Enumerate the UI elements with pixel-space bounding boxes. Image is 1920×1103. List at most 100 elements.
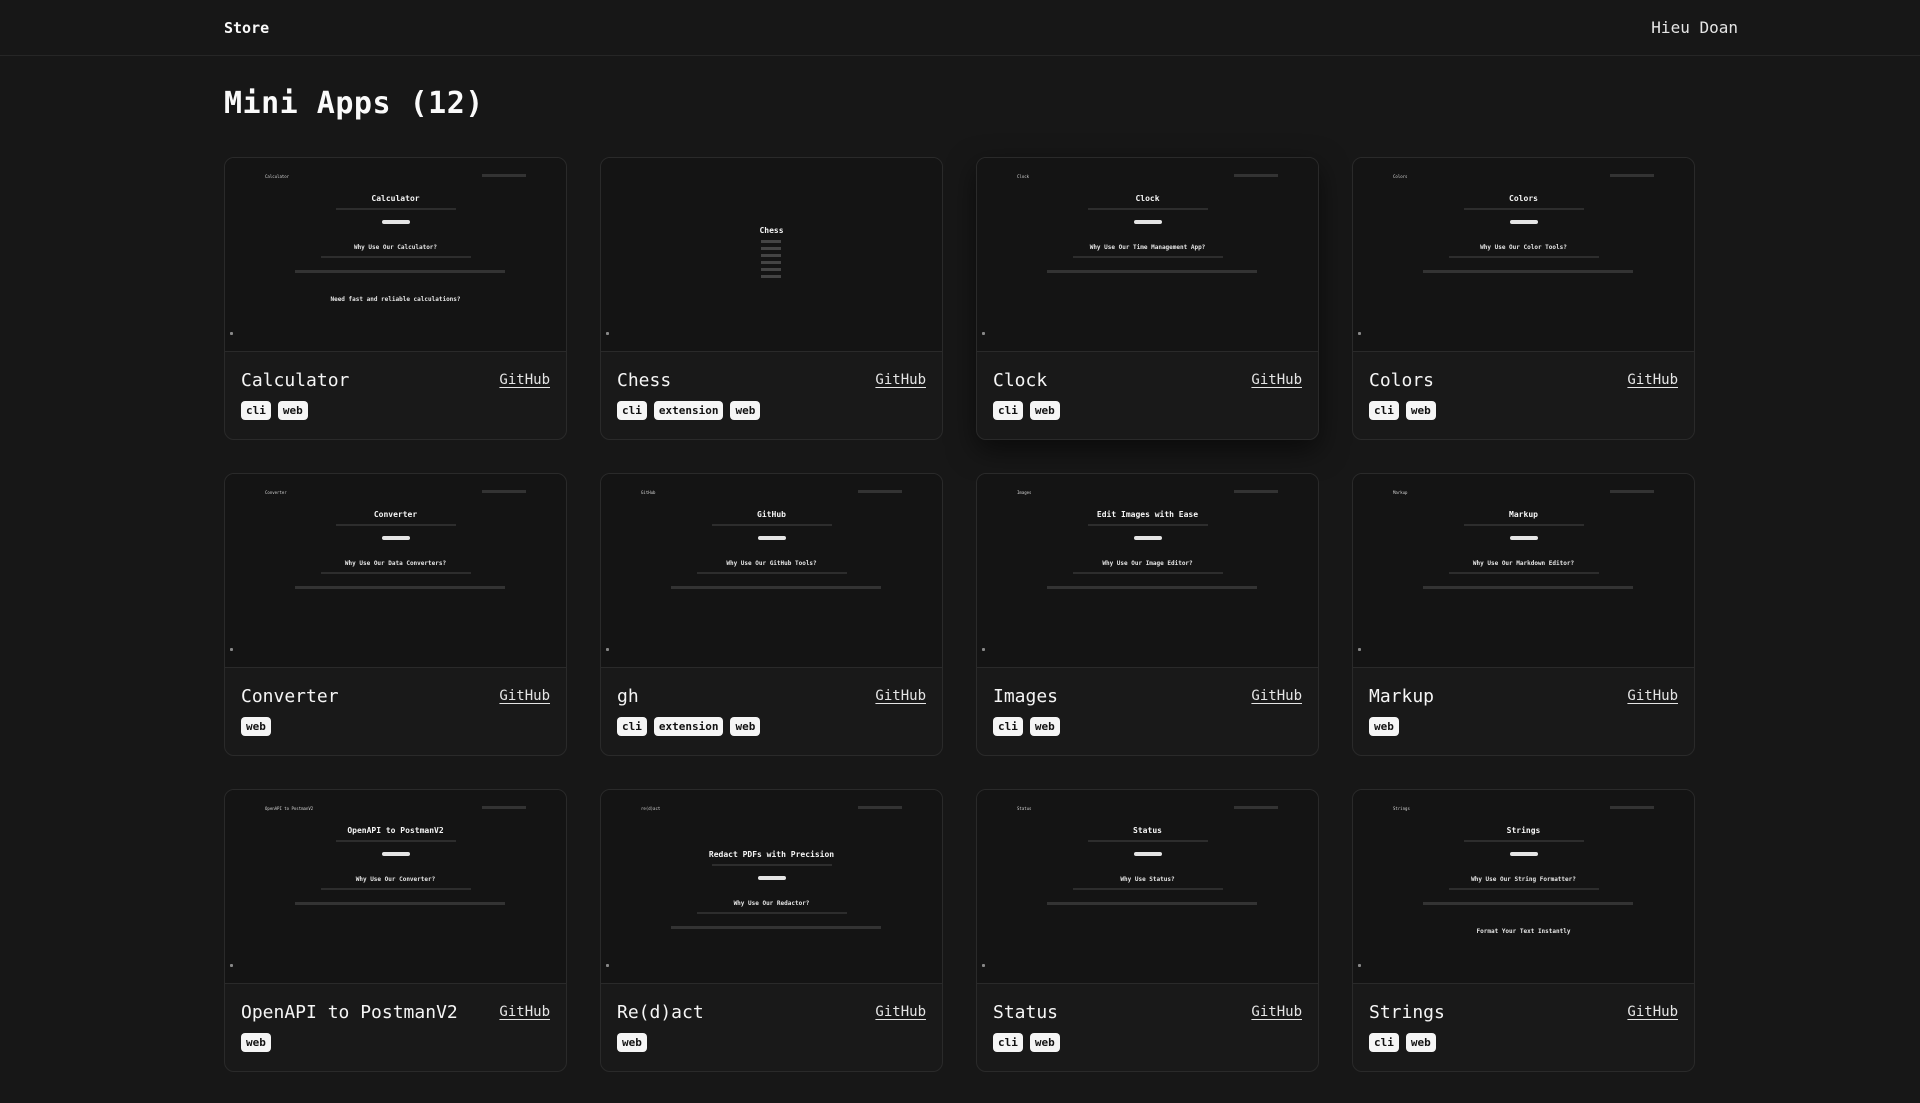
app-card[interactable]: Clock Clock Why Use Our Time Management … — [976, 157, 1319, 440]
app-name[interactable]: Status — [993, 1002, 1058, 1023]
app-card[interactable]: Converter Converter Why Use Our Data Con… — [224, 473, 567, 756]
app-preview-image[interactable]: Clock Clock Why Use Our Time Management … — [977, 158, 1318, 352]
app-name[interactable]: Re(d)act — [617, 1002, 704, 1023]
thumb-button — [1133, 536, 1162, 540]
github-link[interactable]: GitHub — [875, 372, 926, 388]
app-card[interactable]: Images Edit Images with Ease Why Use Our… — [976, 473, 1319, 756]
app-card[interactable]: Calculator Calculator Why Use Our Calcul… — [224, 157, 567, 440]
thumb-button — [757, 536, 786, 540]
thumb-feature — [741, 586, 811, 589]
thumb-feature — [1563, 270, 1633, 273]
thumb-feature — [1117, 902, 1187, 905]
app-card[interactable]: Status Status Why Use Status? Status Git… — [976, 789, 1319, 1072]
github-link[interactable]: GitHub — [499, 688, 550, 704]
app-preview-image[interactable]: Chess — [601, 158, 942, 352]
thumb-feature — [1187, 586, 1257, 589]
top-bar: Store Hieu Doan — [0, 0, 1920, 56]
thumb-heading: Why Use Status? — [1120, 876, 1175, 883]
brand-link[interactable]: Store — [224, 19, 269, 37]
tag-list: cli web — [1369, 1033, 1678, 1052]
preview-indicator — [982, 332, 985, 335]
github-link[interactable]: GitHub — [1251, 688, 1302, 704]
app-preview-image[interactable]: Strings Strings Why Use Our String Forma… — [1353, 790, 1694, 984]
thumb-button — [1509, 852, 1538, 856]
tag-badge: extension — [653, 401, 724, 420]
thumb-feature — [671, 586, 741, 589]
tag-list: cli extension web — [617, 717, 926, 736]
github-link[interactable]: GitHub — [1251, 1004, 1302, 1020]
thumb-feature — [1493, 902, 1563, 905]
app-name[interactable]: Markup — [1369, 686, 1434, 707]
user-name-link[interactable]: Hieu Doan — [1651, 18, 1738, 37]
thumb-nav: Calculator — [265, 174, 290, 179]
thumb-text-line — [1463, 524, 1584, 526]
preview-indicator — [1358, 964, 1361, 967]
app-name[interactable]: Converter — [241, 686, 339, 707]
app-name[interactable]: OpenAPI to PostmanV2 — [241, 1002, 458, 1023]
preview-indicator — [1358, 648, 1361, 651]
github-link[interactable]: GitHub — [499, 1004, 550, 1020]
tag-badge: cli — [617, 401, 647, 420]
app-preview-image[interactable]: Status Status Why Use Status? — [977, 790, 1318, 984]
app-name[interactable]: Strings — [1369, 1002, 1445, 1023]
app-name[interactable]: Clock — [993, 370, 1047, 391]
thumb-text-line — [711, 864, 832, 866]
preview-indicator — [230, 648, 233, 651]
card-body: Status GitHub cli web — [977, 984, 1318, 1071]
apps-grid: Calculator Calculator Why Use Our Calcul… — [224, 157, 1695, 1072]
github-link[interactable]: GitHub — [1627, 1004, 1678, 1020]
app-card[interactable]: Chess Chess GitHub cli extension web — [600, 157, 943, 440]
app-preview-image[interactable]: Colors Colors Why Use Our Color Tools? — [1353, 158, 1694, 352]
page-title: Mini Apps (12) — [224, 86, 484, 121]
app-preview-image[interactable]: OpenAPI to PostmanV2 OpenAPI to PostmanV… — [225, 790, 566, 984]
tag-list: cli web — [993, 1033, 1302, 1052]
app-name[interactable]: Calculator — [241, 370, 349, 391]
thumb-feature — [671, 926, 741, 929]
card-body: gh GitHub cli extension web — [601, 668, 942, 755]
app-preview-image[interactable]: Images Edit Images with Ease Why Use Our… — [977, 474, 1318, 668]
tag-list: web — [1369, 717, 1678, 736]
app-card[interactable]: GitHub GitHub Why Use Our GitHub Tools? … — [600, 473, 943, 756]
preview-indicator — [230, 964, 233, 967]
app-name[interactable]: Colors — [1369, 370, 1434, 391]
app-name[interactable]: gh — [617, 686, 639, 707]
github-link[interactable]: GitHub — [1627, 688, 1678, 704]
thumb-text-line — [1448, 572, 1599, 574]
tag-list: cli web — [241, 401, 550, 420]
app-preview-image[interactable]: Markup Markup Why Use Our Markdown Edito… — [1353, 474, 1694, 668]
tag-badge: cli — [1369, 401, 1399, 420]
app-name[interactable]: Chess — [617, 370, 671, 391]
app-preview-image[interactable]: GitHub GitHub Why Use Our GitHub Tools? — [601, 474, 942, 668]
thumb-button — [1133, 220, 1162, 224]
app-card[interactable]: OpenAPI to PostmanV2 OpenAPI to PostmanV… — [224, 789, 567, 1072]
tag-badge: cli — [993, 401, 1023, 420]
card-body: Markup GitHub web — [1353, 668, 1694, 755]
thumb-text-line — [1072, 888, 1223, 890]
app-preview-image[interactable]: re(d)act Redact PDFs with Precision Why … — [601, 790, 942, 984]
thumb-title: Status — [1133, 826, 1162, 835]
app-preview-image[interactable]: Calculator Calculator Why Use Our Calcul… — [225, 158, 566, 352]
github-link[interactable]: GitHub — [875, 1004, 926, 1020]
app-card[interactable]: Colors Colors Why Use Our Color Tools? C… — [1352, 157, 1695, 440]
github-link[interactable]: GitHub — [1251, 372, 1302, 388]
github-link[interactable]: GitHub — [875, 688, 926, 704]
app-card[interactable]: Strings Strings Why Use Our String Forma… — [1352, 789, 1695, 1072]
tag-badge: web — [730, 717, 761, 736]
thumb-heading: Why Use Our Color Tools? — [1480, 244, 1567, 251]
thumb-nav: Clock — [1017, 174, 1030, 179]
thumb-text-line — [320, 256, 471, 258]
thumb-button — [1133, 852, 1162, 856]
thumb-nav: Colors — [1393, 174, 1408, 179]
app-card[interactable]: Markup Markup Why Use Our Markdown Edito… — [1352, 473, 1695, 756]
app-card[interactable]: re(d)act Redact PDFs with Precision Why … — [600, 789, 943, 1072]
tag-badge: extension — [653, 717, 724, 736]
app-name[interactable]: Images — [993, 686, 1058, 707]
thumb-heading: Why Use Our Time Management App? — [1089, 244, 1206, 251]
github-link[interactable]: GitHub — [499, 372, 550, 388]
thumb-title: OpenAPI to PostmanV2 — [347, 826, 444, 835]
thumb-title: Markup — [1509, 510, 1538, 519]
app-preview-image[interactable]: Converter Converter Why Use Our Data Con… — [225, 474, 566, 668]
github-link[interactable]: GitHub — [1627, 372, 1678, 388]
thumb-feature — [1493, 586, 1563, 589]
thumb-nav: Strings — [1393, 806, 1410, 811]
